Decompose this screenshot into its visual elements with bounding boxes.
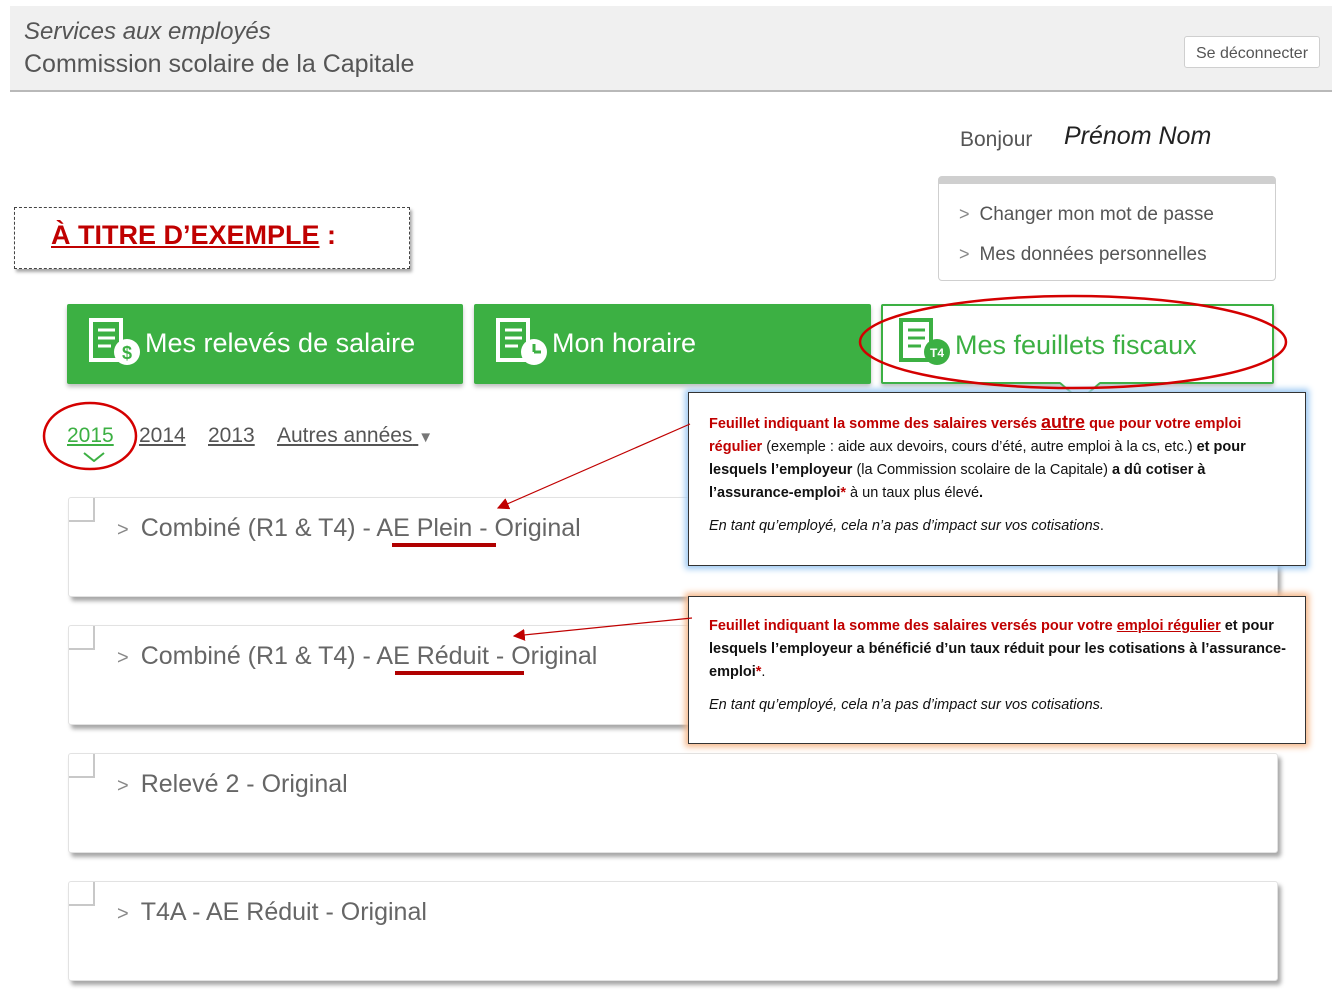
change-password-label: Changer mon mot de passe [979,204,1214,225]
callout-text: . [761,664,766,680]
document-title-prefix: Combiné (R1 & T4) - [140,642,377,670]
document-title-highlight: AE Réduit [376,642,489,670]
callout-text-red-underlined: emploi régulier [1116,618,1221,634]
tab-tax-slips[interactable]: T4 Mes feuillets fiscaux [881,304,1274,384]
callout-ae-reduit-note: En tant qu’employé, cela n’a pas d’impac… [709,697,1104,713]
card-corner-marker [69,498,95,522]
card-corner-marker [69,882,95,906]
svg-text:$: $ [122,343,132,363]
app-title: Services aux employés [24,18,271,45]
callout-text-red: Feuillet indiquant la somme des salaires… [709,416,1042,432]
document-title: > Relevé 2 - Original [117,770,348,799]
callout-ae-reduit: Feuillet indiquant la somme des salaires… [688,596,1306,744]
callout-text: à un taux plus élevé [846,485,980,501]
ae-plein-arrow [496,423,691,510]
year-2015-link[interactable]: 2015 [67,424,114,448]
app-header: Services aux employés Commission scolair… [10,6,1332,92]
callout-ae-plein: Feuillet indiquant la somme des salaires… [688,392,1306,566]
other-years-dropdown[interactable]: Autres années ▼ [277,424,433,448]
example-annotation-box: À TITRE D’EXEMPLE : [14,207,410,269]
document-title: > Combiné (R1 & T4) - AE Réduit - Origina… [117,642,597,671]
card-corner-marker [69,754,95,778]
chevron-right-icon: > [117,647,129,669]
tab-schedule-label: Mon horaire [552,328,697,358]
document-title: > T4A - AE Réduit - Original [117,898,427,927]
chevron-right-icon: > [117,903,129,925]
callout-ae-reduit-description: Feuillet indiquant la somme des salaires… [709,615,1287,684]
year-2013-link[interactable]: 2013 [208,424,255,448]
document-title-text: T4A - AE Réduit - Original [140,898,427,926]
user-name: Prénom Nom [1064,122,1212,150]
callout-text: (exemple : aide aux devoirs, cours d’été… [762,439,1197,455]
personal-data-label: Mes données personnelles [979,244,1207,265]
personal-data-link[interactable]: > Mes données personnelles [959,244,1207,266]
tab-salary-statements[interactable]: $ Mes relevés de salaire [67,304,463,384]
tab-schedule[interactable]: Mon horaire [474,304,871,384]
example-label: À TITRE D’EXEMPLE [51,220,320,250]
document-title-suffix: - Original [472,514,581,542]
callout-text: (la Commission scolaire de la Capitale) [852,462,1112,478]
example-annotation-text: À TITRE D’EXEMPLE : [51,220,336,251]
dropdown-arrow-icon: ▼ [418,429,434,446]
salary-document-icon: $ [89,318,140,365]
selected-year-chevron-icon [83,452,105,462]
example-label-suffix: : [319,220,337,250]
account-menu: > Changer mon mot de passe > Mes données p… [938,176,1276,281]
callout-text-bold: . [979,485,984,501]
tab-tax-slips-label: Mes feuillets fiscaux [955,330,1197,360]
other-years-label: Autres années [277,424,413,447]
year-2014-link[interactable]: 2014 [139,424,186,448]
change-password-link[interactable]: > Changer mon mot de passe [959,204,1214,226]
document-title: > Combiné (R1 & T4) - AE Plein - Original [117,514,581,543]
callout-text-red: Feuillet indiquant la somme des salaires… [709,618,1117,634]
svg-text:T4: T4 [930,346,944,360]
chevron-right-icon: > [959,204,970,224]
logout-button[interactable]: Se déconnecter [1184,36,1320,68]
organization-name: Commission scolaire de la Capitale [24,50,415,78]
document-title-highlight: AE Plein [376,514,473,542]
card-corner-marker [69,626,95,650]
callout-text-emphasis: autre [1041,412,1086,432]
document-title-text: Relevé 2 - Original [140,770,348,798]
tab-salary-statements-label: Mes relevés de salaire [145,328,416,358]
greeting-label: Bonjour [960,128,1033,151]
tax-slip-document-icon: T4 [899,318,950,365]
document-title-prefix: Combiné (R1 & T4) - [140,514,377,542]
document-card[interactable]: > Relevé 2 - Original [68,753,1278,853]
chevron-right-icon: > [959,244,970,264]
document-title-suffix: - Original [488,642,598,670]
callout-note-text: En tant qu’employé, cela n’a pas d’impac… [709,518,1100,534]
chevron-right-icon: > [117,775,129,797]
schedule-document-icon [496,318,547,365]
document-card[interactable]: > T4A - AE Réduit - Original [68,881,1278,981]
chevron-right-icon: > [117,519,129,541]
callout-ae-plein-description: Feuillet indiquant la somme des salaires… [709,411,1287,505]
callout-note-end: . [1099,518,1104,534]
callout-ae-plein-note: En tant qu’employé, cela n’a pas d’impac… [709,515,1287,538]
